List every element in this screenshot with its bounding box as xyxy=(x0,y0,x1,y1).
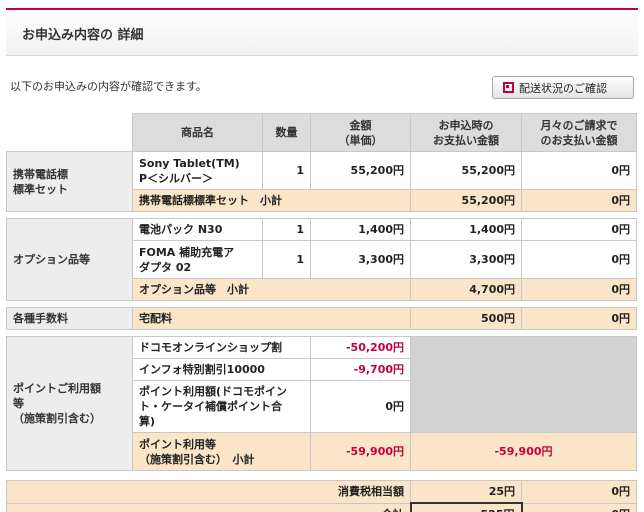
fee-pay-now: 500円 xyxy=(410,307,522,330)
discount-amount: -9,700円 xyxy=(310,358,411,381)
table-row: 携帯電話標 標準セット Sony Tablet(TM) P＜シルバー＞ 1 55… xyxy=(6,151,637,212)
subtotal-monthly: 0円 xyxy=(521,189,637,212)
page-header: お申込み内容の 詳細 xyxy=(6,8,638,56)
table-row: オプション品等 電池パック N30 1 1,400円 1,400円 0円 xyxy=(6,218,637,301)
subtotal-pay-now: 4,700円 xyxy=(410,278,522,301)
quantity: 1 xyxy=(262,218,311,241)
subtotal-pay-now: 55,200円 xyxy=(410,189,522,212)
intro-text: 以下のお申込みの内容が確認できます。 xyxy=(10,80,207,93)
product-name: Sony Tablet(TM) P＜シルバー＞ xyxy=(132,151,263,190)
subtotal-pay-now: -59,900円 xyxy=(410,432,637,471)
monthly: 0円 xyxy=(521,151,637,190)
category-phone: 携帯電話標 標準セット xyxy=(6,151,133,212)
monthly: 0円 xyxy=(521,218,637,241)
subtotal-label: オプション品等 小計 xyxy=(132,278,411,301)
category-options: オプション品等 xyxy=(6,218,133,301)
category-fees: 各種手数料 xyxy=(6,307,133,330)
amount: 1,400円 xyxy=(310,218,411,241)
delivery-status-label: 配送状況のご確認 xyxy=(519,82,607,95)
discount-name: ドコモオンラインショップ割 xyxy=(132,336,311,359)
product-name: 電池パック N30 xyxy=(132,218,263,241)
amount: 55,200円 xyxy=(310,151,411,190)
order-detail-table: 商品名 数量 金額 （単価） お申込時の お支払い金額 月々のご請求で のお支払… xyxy=(6,113,637,512)
table-header-row: 商品名 数量 金額 （単価） お申込時の お支払い金額 月々のご請求で のお支払… xyxy=(6,113,637,152)
total-row: 合計 525円 0円 xyxy=(6,502,637,512)
col-pay-now: お申込時の お支払い金額 xyxy=(410,113,522,152)
category-points: ポイントご利用額 等 （施策割引含む） xyxy=(6,336,133,471)
discount-amount: -50,200円 xyxy=(310,336,411,359)
amount: 3,300円 xyxy=(310,240,411,279)
tax-row: 消費税相当額 25円 0円 xyxy=(6,480,637,504)
pay-now: 1,400円 xyxy=(410,218,522,241)
subtotal-amount: -59,900円 xyxy=(310,432,411,471)
window-icon xyxy=(503,82,514,93)
product-name: FOMA 補助充電ア ダプタ 02 xyxy=(132,240,263,279)
pay-now: 3,300円 xyxy=(410,240,522,279)
col-product: 商品名 xyxy=(132,113,263,152)
total-pay-now: 525円 xyxy=(409,502,523,512)
table-row: 各種手数料 宅配料 500円 0円 xyxy=(6,307,637,330)
quantity: 1 xyxy=(262,240,311,279)
tax-pay-now: 25円 xyxy=(410,480,522,504)
tax-monthly: 0円 xyxy=(521,480,637,504)
col-monthly: 月々のご請求で のお支払い金額 xyxy=(521,113,637,152)
tax-label: 消費税相当額 xyxy=(6,480,411,504)
total-label: 合計 xyxy=(6,502,411,512)
discount-name: ポイント利用額(ドコモポイン ト・ケータイ補償ポイント合 算) xyxy=(132,380,311,433)
quantity: 1 xyxy=(262,151,311,190)
monthly: 0円 xyxy=(521,240,637,279)
col-amount: 金額 （単価） xyxy=(310,113,411,152)
col-qty: 数量 xyxy=(262,113,311,152)
table-row: ポイントご利用額 等 （施策割引含む） ドコモオンラインショップ割 -50,20… xyxy=(6,336,637,471)
subtotal-monthly: 0円 xyxy=(521,278,637,301)
subtotal-label: ポイント利用等 （施策割引含む） 小計 xyxy=(132,432,311,471)
pay-now: 55,200円 xyxy=(410,151,522,190)
subtotal-label: 携帯電話標標準セット 小計 xyxy=(132,189,411,212)
page-title: お申込み内容の 詳細 xyxy=(22,28,144,43)
discount-amount: 0円 xyxy=(310,380,411,433)
discount-name: インフォ特別割引10000 xyxy=(132,358,311,381)
fee-name: 宅配料 xyxy=(132,307,411,330)
delivery-status-button[interactable]: 配送状況のご確認 xyxy=(492,76,634,99)
total-monthly: 0円 xyxy=(521,502,637,512)
fee-monthly: 0円 xyxy=(521,307,637,330)
